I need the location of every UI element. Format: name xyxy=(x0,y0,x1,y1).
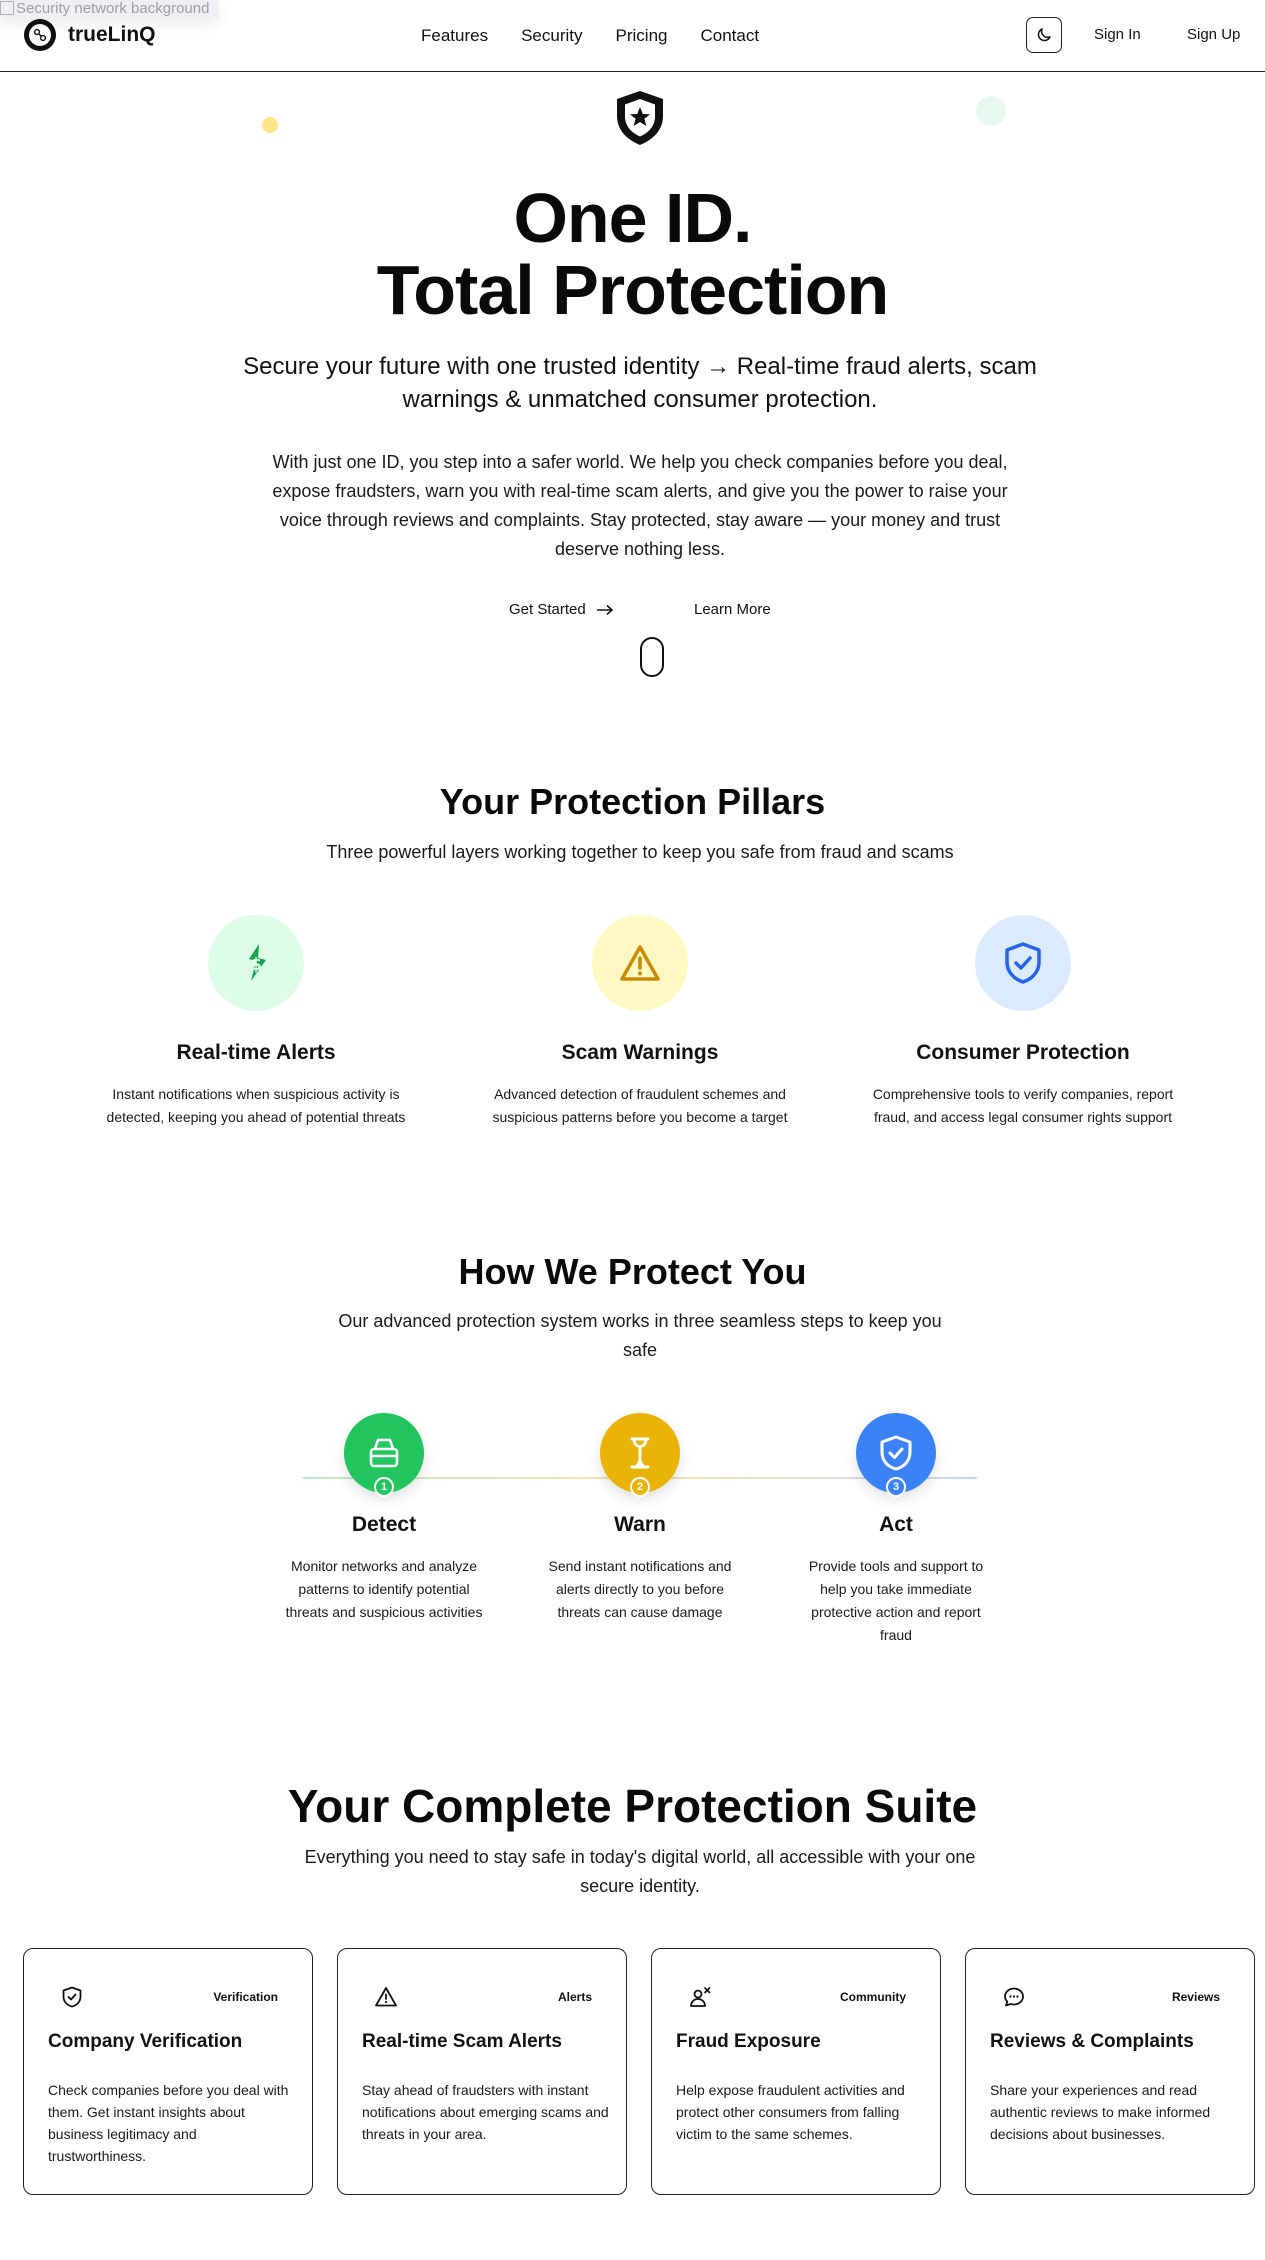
step-number-badge: 2 xyxy=(630,1477,650,1497)
brand-name: trueLinQ xyxy=(68,23,156,46)
nav-link-contact[interactable]: Contact xyxy=(700,26,759,46)
decorative-dot-yellow xyxy=(262,117,278,133)
nav-link-pricing[interactable]: Pricing xyxy=(616,26,668,46)
step-number-badge: 1 xyxy=(374,1477,394,1497)
pillar-description: Comprehensive tools to verify companies,… xyxy=(872,1086,1174,1125)
pillar-scam-warnings: Scam Warnings Advanced detection of frau… xyxy=(470,915,810,1129)
get-started-button[interactable]: Get Started xyxy=(509,601,614,618)
pillar-realtime-alerts: $ Real-time Alerts Instant notifications… xyxy=(86,915,426,1129)
step-icon-circle: 1 xyxy=(344,1413,424,1497)
step-detect: 1 Detect Monitor networks and analyze pa… xyxy=(284,1413,484,1624)
pillar-title: Real-time Alerts xyxy=(176,1041,336,1064)
hero-title: One ID. Total Protection xyxy=(0,182,1265,326)
suite-title: Your Complete Protection Suite xyxy=(287,1780,978,1832)
steps-title: How We Protect You xyxy=(458,1251,807,1292)
user-x-icon xyxy=(690,1987,711,2007)
card-description: Check companies before you deal with the… xyxy=(48,2082,289,2164)
pillar-icon-circle xyxy=(592,915,688,1011)
card-title: Company Verification xyxy=(48,2031,243,2052)
shield-star-icon xyxy=(617,91,663,145)
pillar-title: Scam Warnings xyxy=(561,1041,719,1064)
card-tag: Community xyxy=(840,1990,906,2004)
step-title: Detect xyxy=(351,1513,417,1536)
brand-logo[interactable]: trueLinQ xyxy=(24,19,156,51)
card-fraud-exposure[interactable]: Community Fraud Exposure Help expose fra… xyxy=(651,1948,941,2195)
card-title: Reviews & Complaints xyxy=(990,2031,1194,2052)
shield-check-icon xyxy=(1005,942,1041,984)
hero-subtitle: Secure your future with one trusted iden… xyxy=(243,353,1037,413)
step-description: Monitor networks and analyze patterns to… xyxy=(285,1558,483,1620)
hero-title-line2: Total Protection xyxy=(376,251,890,329)
pillar-title: Consumer Protection xyxy=(916,1041,1130,1064)
chat-bubble-icon xyxy=(1004,1987,1024,2007)
pillar-description: Instant notifications when suspicious ac… xyxy=(106,1086,406,1125)
step-icon-circle: 2 xyxy=(600,1413,680,1497)
shield-check-icon xyxy=(880,1435,912,1471)
card-reviews-complaints[interactable]: Reviews Reviews & Complaints Share your … xyxy=(965,1948,1255,2195)
sign-in-button[interactable]: Sign In xyxy=(1094,26,1141,43)
hero-title-line1: One ID. xyxy=(513,179,752,257)
card-company-verification[interactable]: Verification Company Verification Check … xyxy=(23,1948,313,2195)
step-description: Send instant notifications and alerts di… xyxy=(548,1558,732,1620)
step-icon-circle: 3 xyxy=(856,1413,936,1497)
card-realtime-scam-alerts[interactable]: Alerts Real-time Scam Alerts Stay ahead … xyxy=(337,1948,627,2195)
card-description: Help expose fraudulent activities and pr… xyxy=(676,2082,905,2142)
warning-triangle-icon xyxy=(375,1987,397,2007)
broken-background-image: Security network background xyxy=(0,0,220,18)
card-description: Share your experiences and read authenti… xyxy=(990,2082,1211,2142)
shield-check-icon xyxy=(62,1986,82,2008)
pillar-icon-circle xyxy=(975,915,1071,1011)
nav-link-security[interactable]: Security xyxy=(521,26,582,46)
inbox-stack-icon xyxy=(369,1438,399,1468)
steps-subtitle: Our advanced protection system works in … xyxy=(338,1311,942,1360)
theme-toggle-button[interactable] xyxy=(1026,17,1062,53)
card-tag: Reviews xyxy=(1171,1990,1220,2004)
hourglass-icon xyxy=(630,1437,650,1469)
pillars-subtitle: Three powerful layers working together t… xyxy=(326,842,954,862)
step-title: Warn xyxy=(614,1513,666,1536)
learn-more-button[interactable]: Learn More xyxy=(694,601,771,618)
card-tag: Verification xyxy=(213,1990,278,2004)
scroll-indicator xyxy=(640,637,664,677)
step-act: 3 Act Provide tools and support to help … xyxy=(796,1413,996,1647)
warning-triangle-icon xyxy=(620,945,660,981)
card-title: Fraud Exposure xyxy=(676,2031,821,2052)
broken-image-icon xyxy=(0,1,14,15)
suite-subtitle: Everything you need to stay safe in toda… xyxy=(304,1847,976,1896)
pillars-title: Your Protection Pillars xyxy=(439,781,826,822)
step-number-badge: 3 xyxy=(886,1477,906,1497)
pillar-description: Advanced detection of fraudulent schemes… xyxy=(492,1086,788,1125)
main-nav: Features Security Pricing Contact xyxy=(421,26,759,46)
pillar-consumer-protection: Consumer Protection Comprehensive tools … xyxy=(853,915,1193,1129)
moon-icon xyxy=(1037,28,1051,42)
arrow-right-icon xyxy=(596,604,613,615)
step-warn: 2 Warn Send instant notifications and al… xyxy=(540,1413,740,1624)
dollar-alert-icon: $ xyxy=(249,944,266,981)
card-description: Stay ahead of fraudsters with instant no… xyxy=(362,2082,609,2142)
step-description: Provide tools and support to help you ta… xyxy=(808,1558,984,1643)
nav-link-features[interactable]: Features xyxy=(421,26,488,46)
svg-text:$: $ xyxy=(250,955,262,975)
decorative-dot-green xyxy=(976,96,1006,126)
hero-body: With just one ID, you step into a safer … xyxy=(272,452,1008,559)
step-title: Act xyxy=(879,1513,913,1536)
card-title: Real-time Scam Alerts xyxy=(362,2031,562,2052)
brand-logo-icon xyxy=(24,19,56,51)
card-tag: Alerts xyxy=(557,1990,592,2004)
sign-up-button[interactable]: Sign Up xyxy=(1187,26,1240,43)
pillar-icon-circle: $ xyxy=(208,915,304,1011)
